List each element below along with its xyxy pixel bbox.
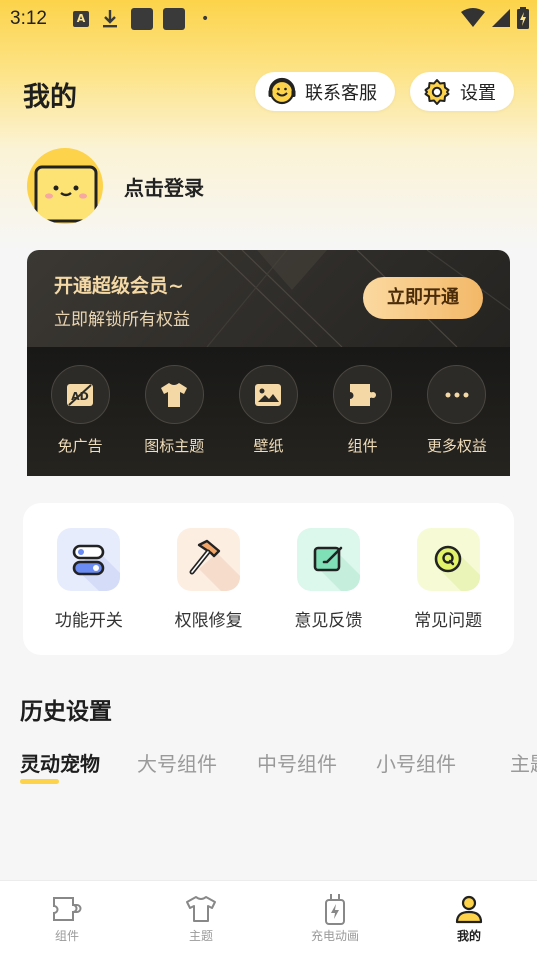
tool-label: 常见问题 bbox=[414, 611, 483, 631]
tool-label: 权限修复 bbox=[174, 611, 243, 631]
person-icon bbox=[452, 893, 486, 925]
perk-no-ads[interactable]: AD 免广告 bbox=[35, 347, 125, 476]
history-tabs: 灵动宠物 大号组件 中号组件 小号组件 主题 bbox=[20, 748, 537, 792]
perk-wallpaper[interactable]: 壁纸 bbox=[223, 347, 313, 476]
history-title: 历史设置 bbox=[20, 699, 112, 725]
download-icon bbox=[101, 9, 119, 29]
nav-label: 充电动画 bbox=[310, 929, 359, 943]
contact-service-label: 联系客服 bbox=[305, 82, 377, 104]
nav-charging[interactable]: 充电动画 bbox=[268, 881, 402, 956]
tool-permission-repair[interactable]: 权限修复 bbox=[154, 503, 264, 655]
app-square-icon bbox=[162, 8, 185, 30]
tool-label: 意见反馈 bbox=[294, 611, 363, 631]
vip-card[interactable]: 开通超级会员~ 立即解锁所有权益 立即开通 AD 免广告 图标主题 壁纸 组件 bbox=[27, 250, 510, 476]
no-ads-icon: AD bbox=[50, 365, 110, 424]
gear-icon bbox=[424, 78, 450, 105]
nav-label: 主题 bbox=[188, 929, 213, 943]
settings-label: 设置 bbox=[460, 82, 496, 104]
image-icon bbox=[238, 365, 298, 424]
tshirt-icon bbox=[184, 893, 218, 925]
avatar[interactable] bbox=[27, 148, 103, 224]
open-vip-button[interactable]: 立即开通 bbox=[363, 277, 483, 319]
nav-label: 我的 bbox=[456, 929, 481, 943]
nav-label: 组件 bbox=[54, 929, 79, 943]
faq-icon bbox=[416, 528, 480, 591]
vip-subtitle: 立即解锁所有权益 bbox=[54, 310, 190, 330]
widget-icon bbox=[333, 365, 393, 424]
tab-small-widget[interactable]: 小号组件 bbox=[376, 748, 456, 777]
status-bar: 3:12 A • bbox=[0, 0, 537, 38]
vip-perks: AD 免广告 图标主题 壁纸 组件 更多权益 bbox=[27, 347, 510, 476]
tshirt-icon bbox=[144, 365, 204, 424]
wifi-icon bbox=[461, 8, 485, 27]
nav-theme[interactable]: 主题 bbox=[134, 881, 268, 956]
perk-more[interactable]: 更多权益 bbox=[412, 347, 502, 476]
battery-charging-icon bbox=[517, 7, 529, 29]
tab-large-widget[interactable]: 大号组件 bbox=[137, 748, 217, 777]
app-a-icon: A bbox=[72, 11, 89, 27]
tools-card: 功能开关 权限修复 意见反馈 常见问题 bbox=[23, 503, 514, 655]
tool-feature-switch[interactable]: 功能开关 bbox=[34, 503, 144, 655]
nav-mine[interactable]: 我的 bbox=[402, 881, 536, 956]
login-link[interactable]: 点击登录 bbox=[124, 172, 204, 201]
vip-title: 开通超级会员~ bbox=[54, 275, 184, 297]
perk-label: 更多权益 bbox=[426, 437, 487, 455]
hammer-icon bbox=[177, 528, 241, 591]
tool-label: 功能开关 bbox=[54, 611, 123, 631]
more-icon bbox=[427, 365, 487, 424]
perk-icon-theme[interactable]: 图标主题 bbox=[129, 347, 219, 476]
tab-pet[interactable]: 灵动宠物 bbox=[20, 748, 100, 777]
perk-widget[interactable]: 组件 bbox=[318, 347, 408, 476]
signal-icon bbox=[492, 9, 510, 27]
avatar-face-icon bbox=[34, 165, 98, 223]
tab-medium-widget[interactable]: 中号组件 bbox=[257, 748, 337, 777]
feedback-icon bbox=[296, 528, 360, 591]
tab-theme[interactable]: 主题 bbox=[510, 748, 537, 777]
contact-service-button[interactable]: 联系客服 bbox=[255, 72, 395, 111]
perk-label: 壁纸 bbox=[253, 437, 284, 455]
widget-icon bbox=[50, 893, 84, 925]
page-title: 我的 bbox=[23, 82, 77, 113]
headset-smile-icon bbox=[268, 77, 296, 104]
perk-label: 图标主题 bbox=[144, 437, 205, 455]
active-tab-indicator bbox=[20, 779, 59, 784]
bottom-nav: 组件 主题 充电动画 我的 bbox=[0, 880, 537, 956]
status-dot: • bbox=[200, 11, 210, 27]
app-square-icon bbox=[130, 8, 153, 30]
perk-label: 免广告 bbox=[57, 437, 103, 455]
status-icons bbox=[461, 7, 529, 29]
tool-faq[interactable]: 常见问题 bbox=[393, 503, 503, 655]
settings-button[interactable]: 设置 bbox=[410, 72, 514, 111]
charging-icon bbox=[318, 893, 352, 925]
nav-widget[interactable]: 组件 bbox=[0, 881, 134, 956]
toggle-icon bbox=[57, 528, 121, 591]
tool-feedback[interactable]: 意见反馈 bbox=[273, 503, 383, 655]
perk-label: 组件 bbox=[347, 437, 378, 455]
status-time: 3:12 bbox=[10, 8, 47, 29]
